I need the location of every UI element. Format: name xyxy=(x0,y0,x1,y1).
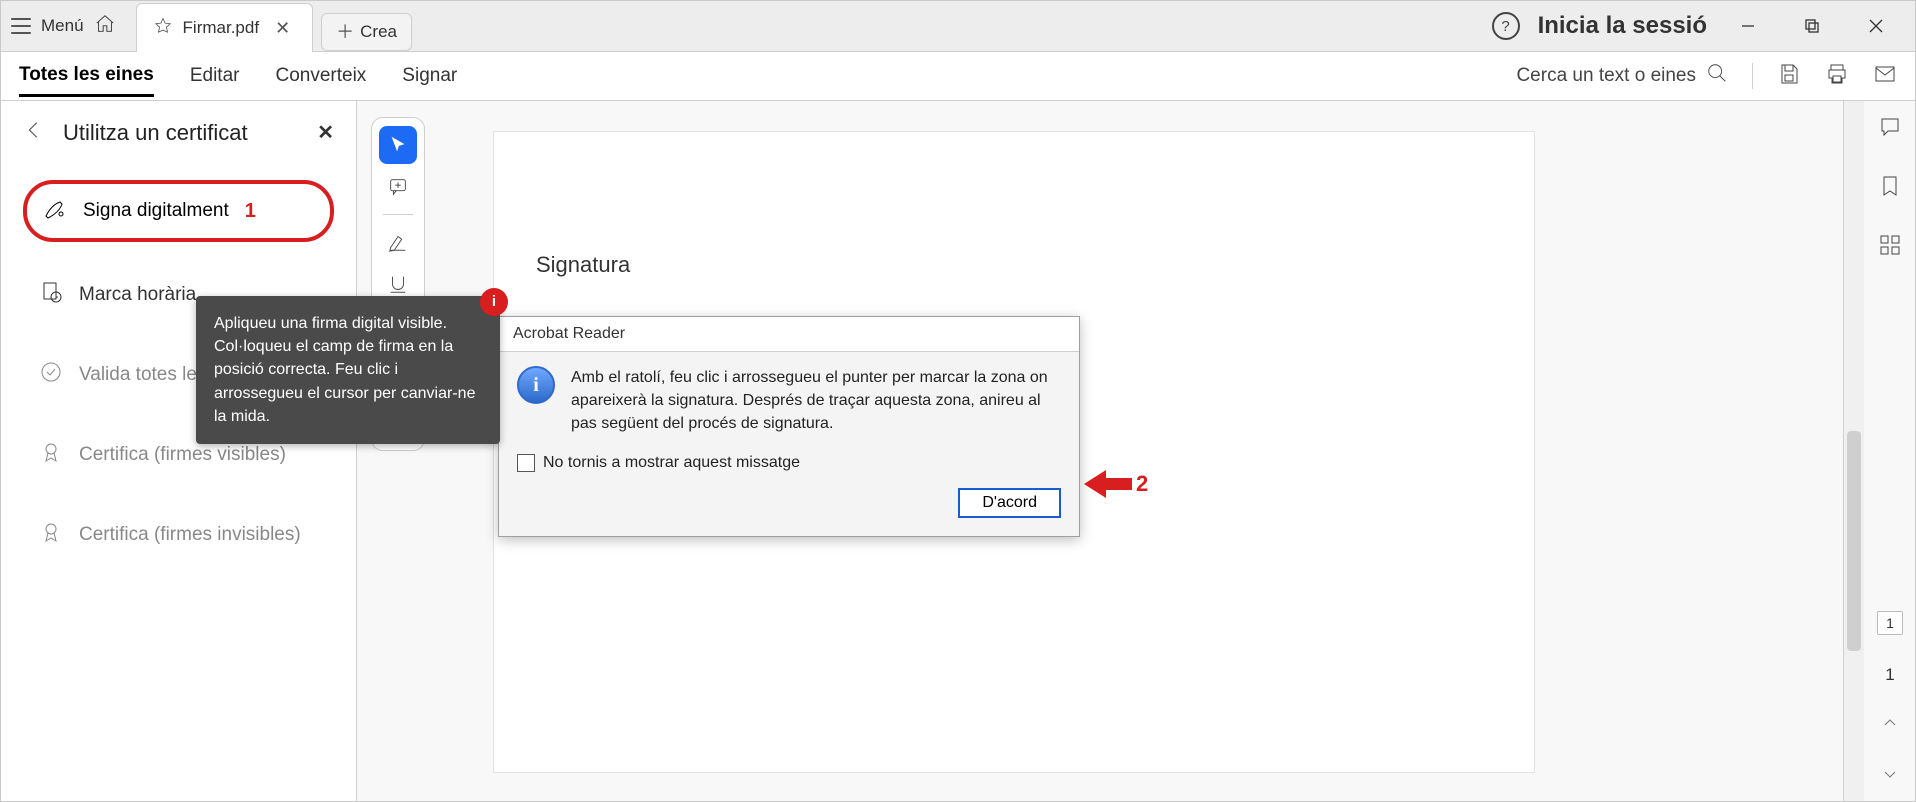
ribbon-outline-icon xyxy=(39,520,63,550)
dont-show-again-checkbox[interactable] xyxy=(517,454,535,472)
search-input[interactable]: Cerca un text o eines xyxy=(1516,62,1728,90)
new-tab-button[interactable]: ＋ Crea xyxy=(321,13,412,51)
home-icon[interactable] xyxy=(94,13,116,40)
dialog-message-row: i Amb el ratolí, feu clic i arrossegueu … xyxy=(517,366,1061,436)
ribbon-icon xyxy=(39,440,63,470)
left-sidebar: Utilitza un certificat ✕ Signa digitalme… xyxy=(1,101,357,801)
total-pages-badge[interactable]: 1 xyxy=(1877,611,1903,635)
annotation-badge-1: 1 xyxy=(245,200,256,223)
sign-digitally-tooltip: Apliqueu una firma digital visible. Col·… xyxy=(196,296,500,444)
sidebar-item-label: Certifica (firmes invisibles) xyxy=(79,524,301,546)
signature-heading: Signatura xyxy=(536,252,630,278)
toolbar-sign[interactable]: Signar xyxy=(402,57,457,95)
page-down-icon[interactable] xyxy=(1882,766,1898,787)
pointer-tool[interactable] xyxy=(379,126,417,164)
right-rail: 1 1 xyxy=(1864,101,1915,801)
info-badge-icon: i xyxy=(480,288,508,316)
annotation-badge-2: 2 xyxy=(1136,471,1148,497)
panel-close-icon[interactable]: ✕ xyxy=(317,120,334,145)
document-page[interactable]: Signatura Acrobat Reader i Amb el ratolí… xyxy=(493,131,1535,773)
toolbar-divider xyxy=(1752,63,1753,89)
dialog-ok-button[interactable]: D'acord xyxy=(958,488,1061,518)
validate-icon xyxy=(39,360,63,390)
acrobat-dialog: Acrobat Reader i Amb el ratolí, feu clic… xyxy=(498,316,1080,537)
window-close-button[interactable] xyxy=(1853,3,1899,49)
sidebar-item-label: Marca horària xyxy=(79,284,196,306)
hamburger-menu-icon[interactable] xyxy=(11,18,31,34)
tab-firmar-pdf[interactable]: Firmar.pdf ✕ xyxy=(136,3,314,52)
toolbar-all-tools[interactable]: Totes les eines xyxy=(19,56,154,97)
vertical-scrollbar[interactable] xyxy=(1843,101,1864,801)
document-area[interactable]: Signatura Acrobat Reader i Amb el ratolí… xyxy=(425,101,1843,801)
page-up-icon[interactable] xyxy=(1882,715,1898,736)
highlight-tool[interactable] xyxy=(379,223,417,261)
panel-title: Utilitza un certificat xyxy=(63,120,299,146)
window-maximize-button[interactable] xyxy=(1789,3,1835,49)
panel-header: Utilitza un certificat ✕ xyxy=(1,101,356,164)
scrollbar-thumb[interactable] xyxy=(1847,431,1861,651)
window-minimize-button[interactable] xyxy=(1725,3,1771,49)
doc-toolbar-separator xyxy=(383,214,413,215)
annotation-arrow-2: 2 xyxy=(1084,466,1148,502)
print-icon[interactable] xyxy=(1825,62,1849,91)
window-root: Menú Firmar.pdf ✕ ＋ Crea ? Inicia la ses… xyxy=(0,0,1916,802)
dialog-actions: D'acord xyxy=(517,488,1061,518)
titlebar-right: ? Inicia la sessió xyxy=(1476,1,1915,51)
tooltip-text: Apliqueu una firma digital visible. Col·… xyxy=(214,315,475,425)
toolbar-right: Cerca un text o eines xyxy=(1516,62,1897,91)
panel-back-icon[interactable] xyxy=(23,119,45,146)
titlebar: Menú Firmar.pdf ✕ ＋ Crea ? Inicia la ses… xyxy=(1,1,1915,52)
help-icon[interactable]: ? xyxy=(1492,12,1520,40)
sidebar-item-label: Certifica (firmes visibles) xyxy=(79,444,286,466)
search-placeholder: Cerca un text o eines xyxy=(1516,65,1696,87)
bookmarks-panel-icon[interactable] xyxy=(1878,174,1902,203)
sidebar-item-certify-invisible: Certifica (firmes invisibles) xyxy=(23,508,334,562)
plus-icon: ＋ xyxy=(336,23,354,41)
dialog-message: Amb el ratolí, feu clic i arrossegueu el… xyxy=(571,366,1061,436)
tab-bar: Firmar.pdf ✕ ＋ Crea xyxy=(136,1,412,51)
save-icon[interactable] xyxy=(1777,62,1801,91)
toolbar-convert[interactable]: Converteix xyxy=(275,57,366,95)
tab-close-icon[interactable]: ✕ xyxy=(269,16,296,41)
menu-label[interactable]: Menú xyxy=(41,16,84,36)
main-toolbar: Totes les eines Editar Converteix Signar… xyxy=(1,52,1915,101)
thumbnails-panel-icon[interactable] xyxy=(1878,233,1902,262)
dont-show-again-label: No tornis a mostrar aquest missatge xyxy=(543,454,800,472)
sidebar-item-label: Signa digitalment xyxy=(83,200,229,222)
dialog-body: i Amb el ratolí, feu clic i arrossegueu … xyxy=(499,352,1079,536)
right-rail-top xyxy=(1865,115,1915,262)
workspace: A Signatura Acrobat Reader i Amb el r xyxy=(357,101,1915,801)
star-icon[interactable] xyxy=(153,16,173,41)
add-comment-tool[interactable] xyxy=(379,168,417,206)
signature-pen-icon xyxy=(43,196,67,226)
new-tab-label: Crea xyxy=(360,22,397,42)
sidebar-item-sign-digitally[interactable]: Signa digitalment 1 xyxy=(23,180,334,242)
dialog-title: Acrobat Reader xyxy=(499,317,1079,352)
clock-document-icon xyxy=(39,280,63,310)
current-page-number: 1 xyxy=(1885,665,1894,685)
dialog-checkbox-row: No tornis a mostrar aquest missatge xyxy=(517,454,1061,472)
mail-icon[interactable] xyxy=(1873,62,1897,91)
toolbar-edit[interactable]: Editar xyxy=(190,57,240,95)
body: Utilitza un certificat ✕ Signa digitalme… xyxy=(1,101,1915,801)
right-rail-bottom: 1 1 xyxy=(1865,611,1915,787)
tab-title: Firmar.pdf xyxy=(183,18,260,38)
titlebar-left: Menú xyxy=(1,1,126,51)
search-icon xyxy=(1706,62,1728,90)
login-button[interactable]: Inicia la sessió xyxy=(1538,12,1707,40)
comments-panel-icon[interactable] xyxy=(1878,115,1902,144)
info-icon: i xyxy=(517,366,555,404)
